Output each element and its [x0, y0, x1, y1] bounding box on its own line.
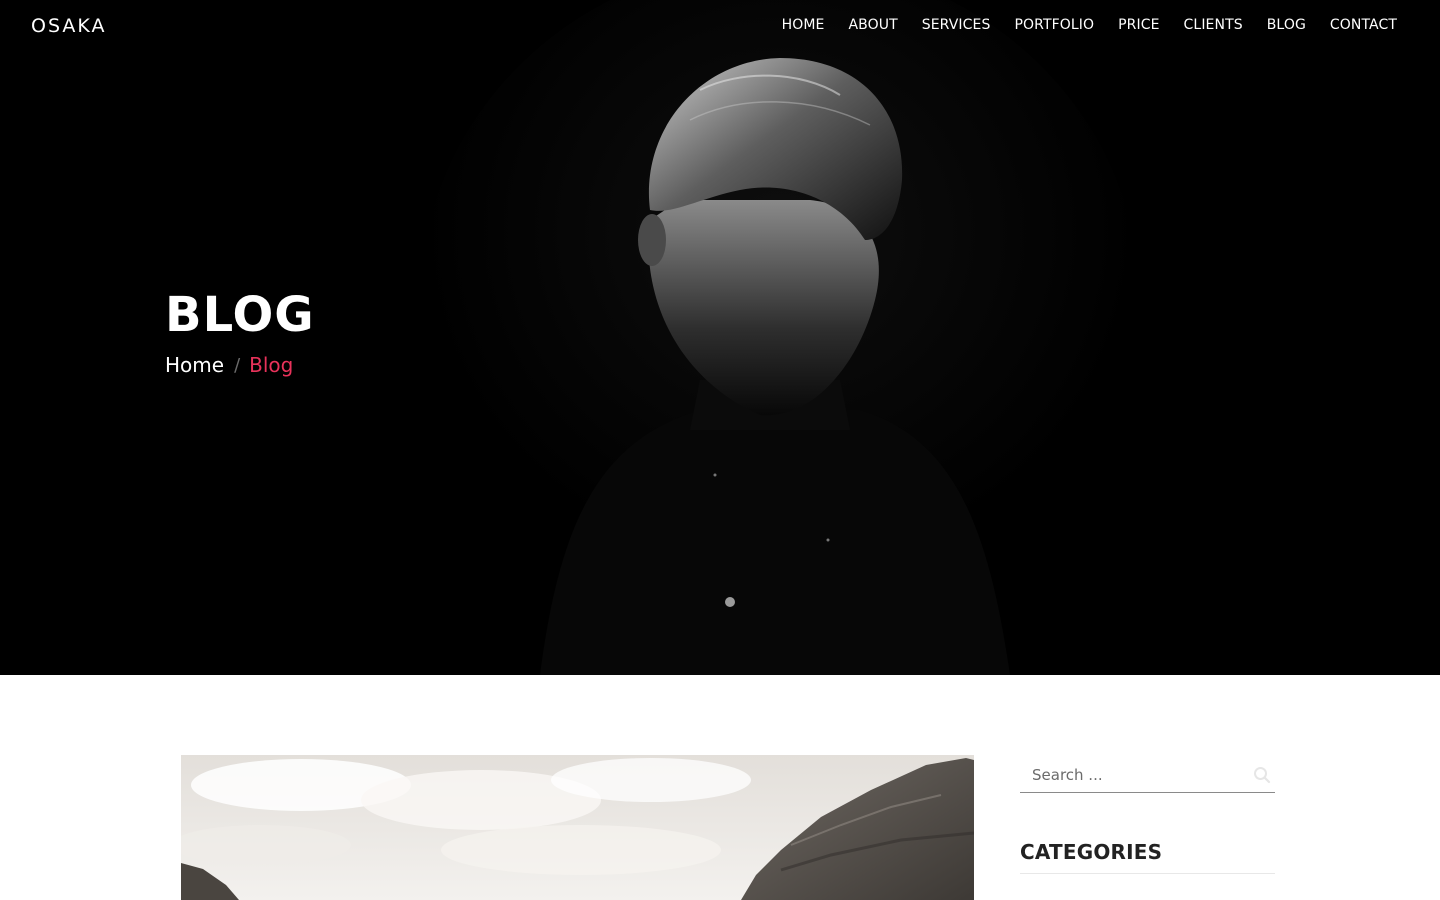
hero-banner: OSAKA HOME ABOUT SERVICES PORTFOLIO PRIC…	[0, 0, 1440, 675]
nav-item-services[interactable]: SERVICES	[922, 17, 991, 33]
nav-item-about[interactable]: ABOUT	[848, 17, 897, 33]
breadcrumb-home-link[interactable]: Home	[165, 353, 224, 377]
search-icon[interactable]	[1253, 766, 1273, 786]
breadcrumb-separator: /	[234, 354, 241, 376]
search-input[interactable]	[1020, 760, 1240, 790]
nav-item-home[interactable]: HOME	[782, 17, 825, 33]
breadcrumb: Home / Blog	[165, 353, 293, 377]
main-nav: HOME ABOUT SERVICES PORTFOLIO PRICE CLIE…	[782, 17, 1397, 33]
categories-divider	[1020, 873, 1275, 874]
nav-item-portfolio[interactable]: PORTFOLIO	[1014, 17, 1094, 33]
brand-logo[interactable]: OSAKA	[31, 15, 107, 37]
breadcrumb-current: Blog	[249, 353, 294, 377]
nav-item-price[interactable]: PRICE	[1118, 17, 1159, 33]
nav-item-contact[interactable]: CONTACT	[1330, 17, 1397, 33]
search-form	[1020, 760, 1275, 793]
blog-post-image[interactable]	[181, 755, 974, 900]
nav-item-clients[interactable]: CLIENTS	[1184, 17, 1243, 33]
page-title: BLOG	[165, 287, 315, 343]
categories-heading: CATEGORIES	[1020, 840, 1163, 864]
nav-item-blog[interactable]: BLOG	[1267, 17, 1306, 33]
mountain-landscape-image	[181, 755, 974, 900]
